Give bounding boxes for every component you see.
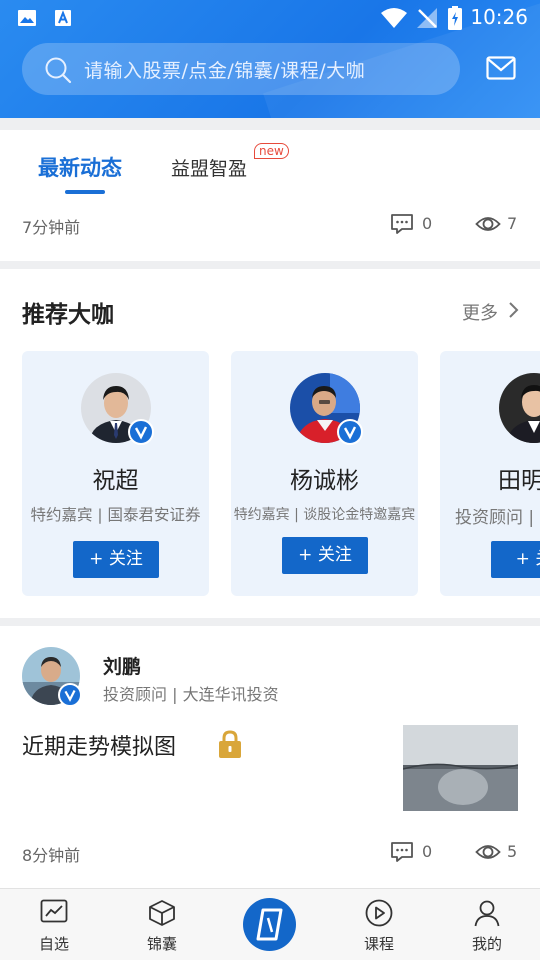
follow-button[interactable]: + 关注 xyxy=(73,541,159,578)
thumbnail-image xyxy=(403,725,518,811)
feed-item-meta: 7分钟前 0 7 xyxy=(0,210,540,240)
nav-item-tips[interactable]: 锦囊 xyxy=(122,889,202,960)
expert-avatar[interactable] xyxy=(81,373,154,445)
verified-badge xyxy=(58,683,82,707)
status-bar: 10:26 xyxy=(0,0,540,36)
eye-icon xyxy=(475,845,501,859)
tab-yimeng[interactable]: 益盟智盈 xyxy=(171,154,247,181)
comment-icon[interactable] xyxy=(390,212,414,236)
author-desc: 投资顾问 | 大连华讯投资 xyxy=(103,685,279,704)
expert-name: 田明 xyxy=(498,468,540,494)
post-time: 7分钟前 xyxy=(22,218,81,237)
expert-card[interactable]: 田明 投资顾问 | + 关 xyxy=(440,351,540,596)
new-badge: new xyxy=(254,143,289,159)
view-count: 7 xyxy=(507,214,518,233)
expert-avatar[interactable] xyxy=(499,373,540,443)
nav-label: 我的 xyxy=(471,935,502,953)
nav-item-mine[interactable]: 我的 xyxy=(447,889,527,960)
chart-icon xyxy=(40,899,68,923)
recommend-experts-section: 推荐大咖 更多 祝超 特约嘉宾 | 国泰君安证券 + 关注 杨诚彬 特约嘉宾 |… xyxy=(0,269,540,618)
expert-card[interactable]: 杨诚彬 特约嘉宾 | 谈股论金特邀嘉宾 + 关注 xyxy=(231,351,418,596)
verified-badge xyxy=(128,419,154,445)
chevron-right-icon[interactable] xyxy=(508,301,520,319)
post-card[interactable]: 刘鹏 投资顾问 | 大连华讯投资 近期走势模拟图 8分钟前 0 5 xyxy=(0,626,540,888)
nav-label: 课程 xyxy=(363,935,394,953)
lock-icon xyxy=(219,730,241,758)
post-meta: 8分钟前 0 5 xyxy=(0,838,540,868)
expert-name: 祝超 xyxy=(92,468,139,494)
author-name[interactable]: 刘鹏 xyxy=(103,652,141,679)
follow-button[interactable]: + 关 xyxy=(491,541,540,578)
battery-icon xyxy=(448,6,462,30)
expert-desc: 特约嘉宾 | 谈股论金特邀嘉宾 xyxy=(233,507,416,523)
clock: 10:26 xyxy=(470,5,528,29)
view-count: 5 xyxy=(507,842,518,861)
search-placeholder: 请输入股票/点金/锦囊/课程/大咖 xyxy=(84,60,366,82)
tab-active-indicator xyxy=(65,190,105,194)
nav-label: 自选 xyxy=(38,935,69,953)
cube-icon xyxy=(149,900,175,926)
app-logo-icon xyxy=(256,908,283,941)
play-icon xyxy=(365,899,393,927)
eye-icon xyxy=(475,217,501,231)
post-title[interactable]: 近期走势模拟图 xyxy=(22,729,176,761)
post-time: 8分钟前 xyxy=(22,846,81,865)
expert-desc: 特约嘉宾 | 国泰君安证券 xyxy=(30,506,201,524)
expert-card[interactable]: 祝超 特约嘉宾 | 国泰君安证券 + 关注 xyxy=(22,351,209,596)
verified-badge xyxy=(337,419,363,445)
tab-latest[interactable]: 最新动态 xyxy=(38,152,122,182)
more-link[interactable]: 更多 xyxy=(462,299,498,325)
search-input[interactable]: 请输入股票/点金/锦囊/课程/大咖 xyxy=(22,43,460,95)
nav-item-watchlist[interactable]: 自选 xyxy=(14,889,94,960)
comment-icon[interactable] xyxy=(390,840,414,864)
no-signal-icon xyxy=(417,8,437,28)
nav-item-courses[interactable]: 课程 xyxy=(339,889,419,960)
follow-button[interactable]: + 关注 xyxy=(282,537,368,574)
feed-tabs-card: 最新动态 益盟智盈 new 7分钟前 0 7 xyxy=(0,130,540,261)
expert-avatar[interactable] xyxy=(290,373,363,445)
app-header: 10:26 请输入股票/点金/锦囊/课程/大咖 xyxy=(0,0,540,118)
image-notification-icon xyxy=(18,10,36,26)
post-thumbnail[interactable] xyxy=(403,725,518,811)
user-icon xyxy=(474,900,500,927)
author-avatar[interactable] xyxy=(22,647,82,707)
bottom-navigation: 自选 锦囊 课程 我的 xyxy=(0,888,540,960)
nav-label: 锦囊 xyxy=(146,935,177,953)
comment-count: 0 xyxy=(422,842,433,861)
mail-icon[interactable] xyxy=(486,56,516,80)
nav-item-home[interactable] xyxy=(243,898,296,951)
expert-desc: 投资顾问 | xyxy=(455,508,535,528)
wifi-icon xyxy=(381,8,407,28)
section-title: 推荐大咖 xyxy=(22,302,114,328)
expert-name: 杨诚彬 xyxy=(290,468,359,494)
avatar-image xyxy=(499,373,540,443)
font-notification-icon xyxy=(55,10,71,26)
comment-count: 0 xyxy=(422,214,433,233)
search-icon xyxy=(45,57,72,84)
